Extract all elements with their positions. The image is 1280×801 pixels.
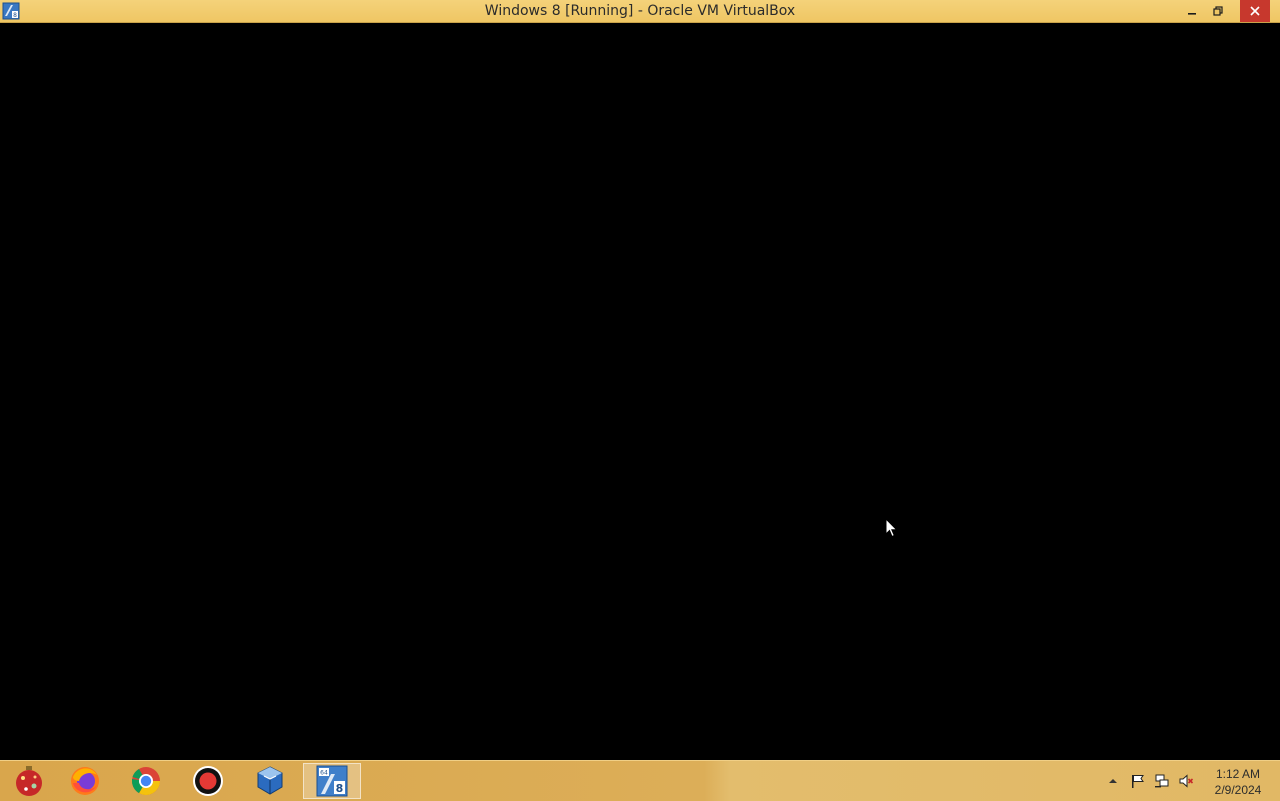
- taskbar-item-ornament[interactable]: [0, 763, 58, 799]
- record-icon: [193, 766, 223, 796]
- vm-display-area[interactable]: [0, 23, 1280, 760]
- taskbar-item-chrome[interactable]: [117, 763, 175, 799]
- virtualbox-icon: [257, 766, 283, 795]
- network-icon: [1155, 774, 1169, 788]
- show-hidden-icons-button[interactable]: [1104, 761, 1122, 801]
- minimize-button[interactable]: [1178, 0, 1205, 22]
- system-clock[interactable]: 1:12 AM 2/9/2024: [1206, 766, 1270, 798]
- chevron-up-icon: [1109, 779, 1117, 783]
- taskbar-item-windows8-vm[interactable]: 64 8: [303, 763, 361, 799]
- clock-date: 2/9/2024: [1214, 783, 1262, 797]
- svg-text:64: 64: [320, 770, 328, 777]
- flag-icon: [1132, 775, 1144, 788]
- restore-icon: [1212, 6, 1223, 16]
- network-button[interactable]: [1151, 761, 1173, 801]
- mouse-cursor-icon: [885, 518, 898, 538]
- minimize-icon: [1187, 13, 1196, 15]
- chrome-icon: [132, 767, 160, 795]
- vm-windows8-icon: 64 8: [316, 765, 348, 797]
- svg-text:8: 8: [336, 782, 344, 795]
- ornament-icon: [16, 766, 42, 796]
- taskbar-item-firefox[interactable]: [56, 763, 114, 799]
- restore-button[interactable]: [1204, 0, 1231, 22]
- taskbar: 64 8 1:12 AM 2/9/2024: [0, 760, 1280, 801]
- action-center-button[interactable]: [1127, 761, 1149, 801]
- window-title: Windows 8 [Running] - Oracle VM VirtualB…: [484, 3, 796, 19]
- taskbar-item-recorder[interactable]: [179, 763, 237, 799]
- clock-time: 1:12 AM: [1215, 767, 1261, 781]
- volume-button[interactable]: [1175, 761, 1197, 801]
- firefox-icon: [71, 767, 99, 795]
- close-button[interactable]: [1240, 0, 1270, 22]
- volume-muted-icon: [1179, 774, 1194, 788]
- window-titlebar[interactable]: 8 Windows 8 [Running] - Oracle VM Virtua…: [0, 0, 1280, 23]
- close-icon: [1250, 6, 1260, 16]
- taskbar-item-virtualbox[interactable]: [241, 763, 299, 799]
